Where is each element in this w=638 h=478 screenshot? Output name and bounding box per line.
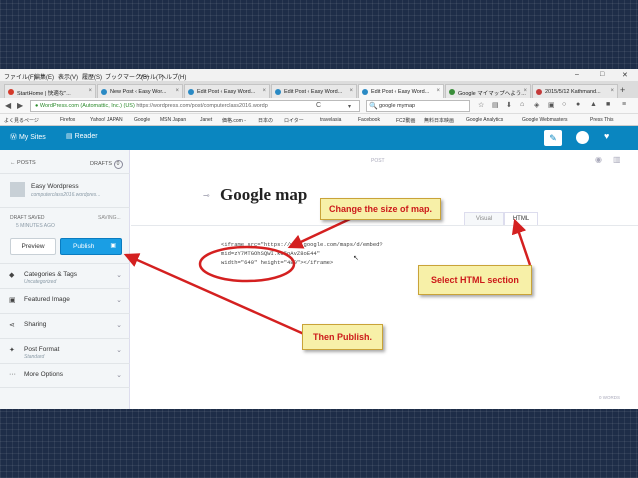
callout-select-html: Select HTML section	[418, 265, 532, 295]
annotation-overlay	[123, 217, 532, 336]
highlight-ellipse	[198, 245, 296, 283]
callout-change-size: Change the size of map.	[320, 198, 442, 220]
callout-then-publish: Then Publish.	[302, 324, 384, 350]
browser-screenshot: ファイル(F) 編集(E) 表示(V) 履歴(S) ブックマーク(B) ツール(…	[0, 69, 638, 409]
annotation-arrow-size	[287, 217, 351, 249]
annotation-arrow-html	[511, 218, 532, 266]
annotation-arrow-publish	[123, 253, 305, 336]
